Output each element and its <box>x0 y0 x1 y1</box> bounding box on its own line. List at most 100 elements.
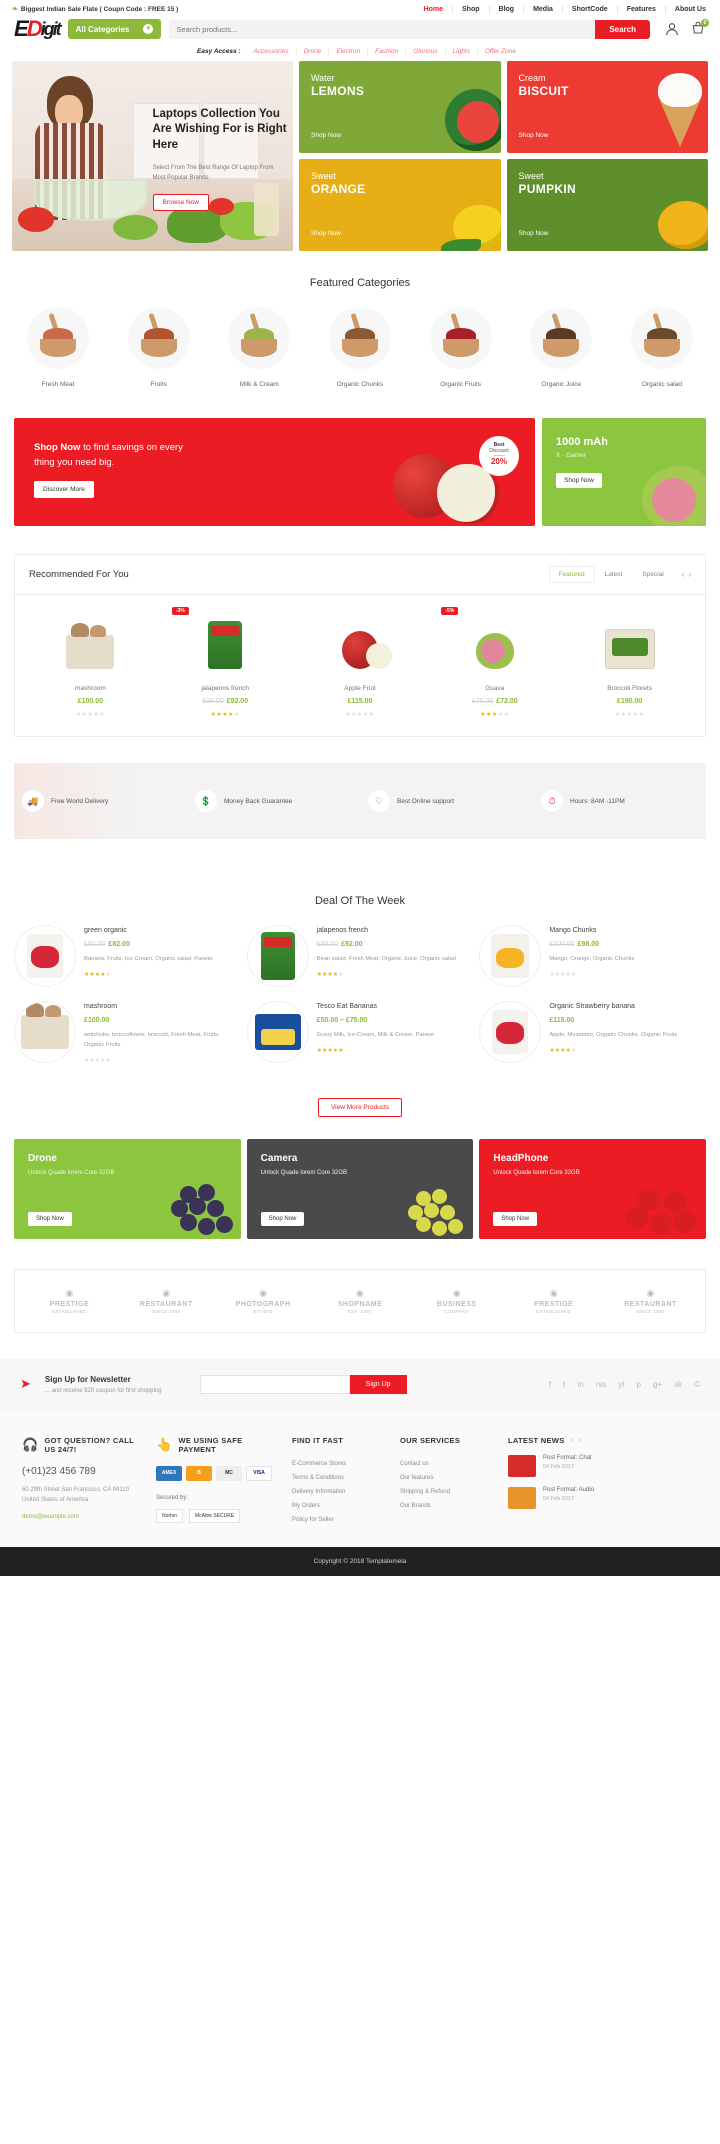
newsletter-email-input[interactable] <box>199 1374 350 1394</box>
twitter-icon[interactable]: t <box>563 1380 565 1389</box>
easy-access-glorious[interactable]: Glorious <box>406 48 446 55</box>
nav-item-home[interactable]: Home <box>415 5 454 13</box>
category-select[interactable]: All Categories ▼ <box>67 19 162 39</box>
category-banner-button[interactable]: Shop Now <box>260 1211 305 1226</box>
footer-link-terms[interactable]: Terms & Conditions <box>292 1471 384 1485</box>
brand-logo[interactable]: ◉ SHOPNAME EST. 1987 <box>328 1288 392 1314</box>
carousel-arrows-icon[interactable]: ‹ › <box>571 1437 584 1444</box>
site-logo[interactable]: E D igit <box>14 18 62 40</box>
footer-link-my-orders[interactable]: My Orders <box>292 1499 384 1513</box>
product-card[interactable]: Apple Fruit £115.00 ★★★★★ <box>293 611 428 718</box>
youtube-icon[interactable]: yt <box>618 1380 624 1389</box>
extra-social-icon[interactable]: © <box>694 1380 700 1389</box>
category-banner-button[interactable]: Shop Now <box>493 1211 538 1226</box>
footer-link-delivery-information[interactable]: Delivery Information <box>292 1485 384 1499</box>
category-label: Organic Chunks <box>336 381 384 388</box>
footer-email[interactable]: demo@example.com <box>22 1514 140 1520</box>
category-item[interactable]: Milk & Cream <box>215 307 303 388</box>
search-input[interactable] <box>169 24 596 34</box>
watermelon-icon <box>444 89 501 151</box>
nav-item-shop[interactable]: Shop <box>453 5 490 13</box>
promo-biscuit-cta[interactable]: Shop Now <box>519 132 549 139</box>
deal-card[interactable]: Mango Chunks £100.00 £98.00 Mango, Orange… <box>479 925 706 987</box>
promo-tile-biscuit[interactable]: Cream BISCUIT Shop Now <box>506 61 708 153</box>
easy-access-accessories[interactable]: Accessories <box>247 48 297 55</box>
latest-news-item[interactable]: Post Format: Audio 04 Feb 2017 <box>508 1486 698 1509</box>
brand-logo[interactable]: ◉ PRESTIGE ESTABLISHED <box>522 1288 586 1314</box>
easy-access-electron[interactable]: Electron <box>329 48 369 55</box>
category-banner-button[interactable]: Shop Now <box>28 1211 72 1226</box>
easy-access-drone[interactable]: Drone <box>297 48 330 55</box>
category-item[interactable]: Fresh Meat <box>14 307 102 388</box>
top-navigation[interactable]: Home Shop Blog Media ShortCode Features … <box>415 5 708 13</box>
skype-icon[interactable]: sk <box>674 1380 682 1389</box>
nav-item-media[interactable]: Media <box>524 5 563 13</box>
promo-tile-pumpkin[interactable]: Sweet PUMPKIN Shop Now <box>506 159 708 251</box>
pinterest-icon[interactable]: p <box>637 1380 641 1389</box>
footer-link-ecommerce-stores[interactable]: E-Commerce Stores <box>292 1457 384 1471</box>
product-card[interactable]: -3% jalapenos french £95.00 £92.00 ★★★★★ <box>158 607 293 718</box>
latest-news-item[interactable]: Post Format: Chat 04 Feb 2017 <box>508 1454 698 1477</box>
deal-card[interactable]: Organic Strawberry banana £115.00 Apple,… <box>479 1001 706 1064</box>
nav-item-blog[interactable]: Blog <box>490 5 525 13</box>
product-card[interactable]: -5% Guava £76.00 £72.00 ★★★★★ <box>427 607 562 718</box>
product-card[interactable]: mashroom £100.00 ★★★★★ <box>23 611 158 718</box>
tab-special[interactable]: Special <box>632 566 673 583</box>
rss-icon[interactable]: rss <box>596 1380 607 1389</box>
newsletter-signup-button[interactable]: Sign Up <box>349 1374 407 1394</box>
category-item[interactable]: Organic Fruits <box>417 307 505 388</box>
deal-card[interactable]: green organic £85.00 £82.00 Banana, Fruit… <box>14 925 241 987</box>
view-more-products-button[interactable]: View More Products <box>317 1097 403 1117</box>
search-button[interactable]: Search <box>595 19 650 39</box>
gamer-shop-now-button[interactable]: Shop Now <box>556 473 602 488</box>
footer-link-our-features[interactable]: Our features <box>400 1471 492 1485</box>
footer-link-our-brands[interactable]: Our Brands <box>400 1499 492 1513</box>
nav-item-about-us[interactable]: About Us <box>666 6 708 13</box>
footer-link-policy-for-seller[interactable]: Policy for Seller <box>292 1513 384 1527</box>
easy-access-offer-zone[interactable]: Offer Zone <box>478 48 523 55</box>
footer-phone[interactable]: (+01)23 456 789 <box>22 1466 140 1477</box>
hero-main-banner[interactable]: Laptops Collection You Are Wishing For i… <box>12 61 293 251</box>
promo-pumpkin-cta[interactable]: Shop Now <box>519 230 549 237</box>
footer-link-contact-us[interactable]: Contact us <box>400 1457 492 1471</box>
carousel-next-icon[interactable]: › <box>688 570 691 579</box>
category-banner-camera[interactable]: Camera Unlock Quade lorem Core 32GB Shop… <box>246 1138 474 1239</box>
discover-more-button[interactable]: Discover More <box>34 481 94 499</box>
nav-item-features[interactable]: Features <box>618 5 666 13</box>
category-item[interactable]: Fruits <box>115 307 203 388</box>
footer-link-shipping-refund[interactable]: Shipping & Refund <box>400 1485 492 1499</box>
tab-latest[interactable]: Latest <box>595 566 633 583</box>
account-icon[interactable] <box>664 21 680 37</box>
product-card[interactable]: Broccoli Florets £190.00 ★★★★★ <box>562 611 697 718</box>
promo-lemons-cta[interactable]: Shop Now <box>311 132 341 139</box>
gamer-banner[interactable]: 1000 mAh X - Gamer Shop Now <box>542 418 706 526</box>
promo-orange-cta[interactable]: Shop Now <box>311 230 341 237</box>
brand-logo[interactable]: ◉ RESTAURANT SINCE 1992 <box>618 1288 682 1314</box>
brand-logo[interactable]: ◉ PRESTIGE ESTABLISHED <box>37 1288 101 1314</box>
easy-access-fashion[interactable]: Fashion <box>368 48 407 55</box>
hero-browse-now-button[interactable]: Browse Now <box>152 193 209 211</box>
promo-tile-orange[interactable]: Sweet ORANGE Shop Now <box>299 159 501 251</box>
category-banner-headphone[interactable]: HeadPhone Unlock Quade lorem Core 32GB S… <box>479 1138 707 1239</box>
cart-icon[interactable]: 0 <box>690 19 709 37</box>
linkedin-icon[interactable]: in <box>577 1380 583 1389</box>
brand-logo[interactable]: ◉ PHOTOGRAPH STUDIO <box>231 1288 295 1314</box>
nav-item-shortcode[interactable]: ShortCode <box>563 5 618 13</box>
discount-banner[interactable]: Shop Now to find savings on every thing … <box>14 418 535 526</box>
category-item[interactable]: Organic salad <box>618 307 706 388</box>
category-item[interactable]: Organic Juice <box>517 307 605 388</box>
deal-card[interactable]: mashroom £100.00 amichoke, broccoflower,… <box>14 1001 241 1064</box>
deal-card[interactable]: jalapenos french £95.00 £92.00 Bean salad… <box>246 925 474 987</box>
search-box[interactable]: Search <box>169 19 650 39</box>
category-item[interactable]: Organic Chunks <box>316 307 404 388</box>
brand-logo[interactable]: ◉ RESTAURANT SINCE 1992 <box>134 1288 198 1314</box>
facebook-icon[interactable]: f <box>549 1380 551 1389</box>
tab-featured[interactable]: Featured <box>548 566 595 583</box>
deal-card[interactable]: Tesco Eat Bananas £50.00 – £75.00 Gravy … <box>246 1001 474 1064</box>
category-banner-drone[interactable]: Drone Unlock Quade lorem Core 32GB Shop … <box>14 1138 241 1239</box>
googleplus-icon[interactable]: g+ <box>653 1380 662 1389</box>
carousel-prev-icon[interactable]: ‹ <box>682 570 685 579</box>
promo-tile-lemons[interactable]: Water LEMONS Shop Now <box>299 61 501 153</box>
easy-access-lights[interactable]: Lights <box>446 48 478 55</box>
brand-logo[interactable]: ◉ BUSINESS COMPANY <box>425 1288 489 1314</box>
